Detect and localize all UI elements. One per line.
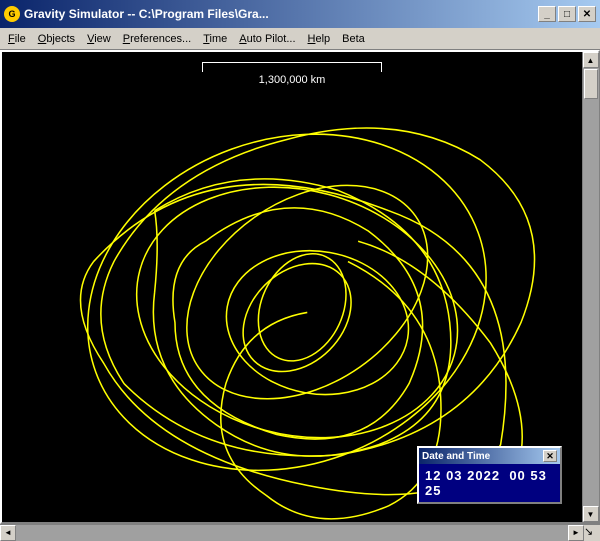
menu-bar: File Objects View Preferences... Time Au… [0,28,600,50]
main-frame: 1,300,000 km [0,50,600,524]
app-icon: G [4,6,20,22]
scroll-thumb[interactable] [584,69,598,99]
scroll-track[interactable] [583,68,599,506]
window-controls: _ □ ✕ [538,6,596,22]
simulation-canvas[interactable]: 1,300,000 km [2,52,582,522]
datetime-value: 12 03 2022 00 53 25 [425,468,554,498]
datetime-content: 12 03 2022 00 53 25 [419,464,560,502]
vertical-scrollbar: ▲ ▼ [582,52,598,522]
menu-objects[interactable]: Objects [32,31,81,47]
hscroll-track[interactable] [16,525,568,541]
datetime-widget: Date and Time ✕ 12 03 2022 00 53 25 [417,446,562,504]
horizontal-scrollbar-bar: ◄ ► ↘ [0,524,600,540]
menu-help[interactable]: Help [302,31,337,47]
datetime-title: Date and Time [422,451,490,462]
scroll-right-button[interactable]: ► [568,525,584,541]
window-title: Gravity Simulator -- C:\Program Files\Gr… [24,7,269,21]
maximize-button[interactable]: □ [558,6,576,22]
title-bar: G Gravity Simulator -- C:\Program Files\… [0,0,600,28]
title-bar-left: G Gravity Simulator -- C:\Program Files\… [4,6,269,22]
menu-autopilot[interactable]: Auto Pilot... [233,31,301,47]
datetime-close-button[interactable]: ✕ [543,450,557,462]
scroll-up-button[interactable]: ▲ [583,52,599,68]
datetime-titlebar: Date and Time ✕ [419,448,560,464]
scroll-down-button[interactable]: ▼ [583,506,599,522]
menu-time[interactable]: Time [197,31,233,47]
menu-preferences[interactable]: Preferences... [117,31,197,47]
close-button[interactable]: ✕ [578,6,596,22]
menu-beta[interactable]: Beta [336,31,371,47]
scroll-left-button[interactable]: ◄ [0,525,16,541]
minimize-button[interactable]: _ [538,6,556,22]
menu-view[interactable]: View [81,31,117,47]
menu-file[interactable]: File [2,31,32,47]
resize-corner[interactable]: ↘ [584,525,600,541]
